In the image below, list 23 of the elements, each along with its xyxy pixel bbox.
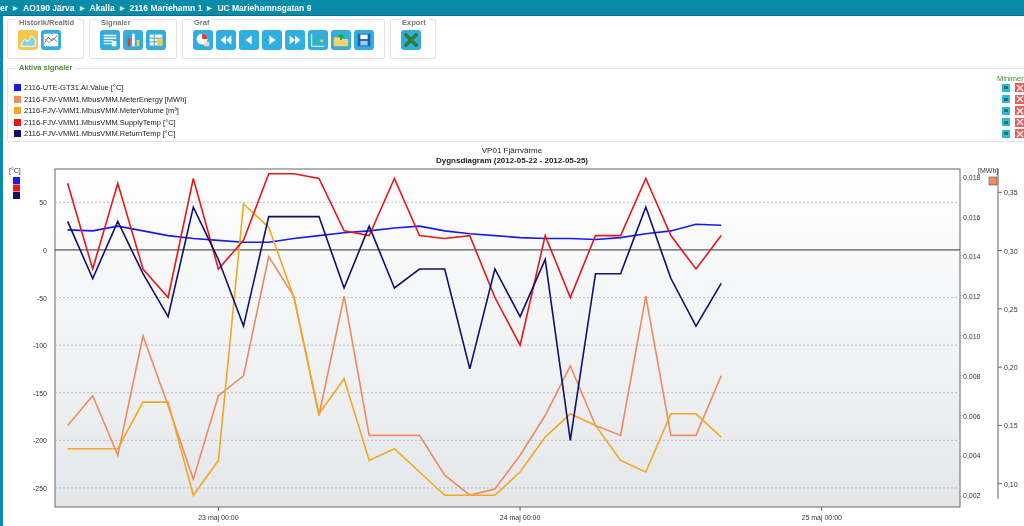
scatter-icon[interactable] — [308, 30, 328, 50]
remove-button[interactable] — [1015, 106, 1024, 116]
breadcrumb-link[interactable]: Akalla — [89, 2, 115, 13]
breadcrumb-link[interactable]: er — [0, 2, 9, 13]
breadcrumb-link[interactable]: UC Mariehamnsgatan 9 — [217, 2, 312, 13]
fast-forward-icon[interactable] — [285, 30, 305, 50]
remove-button[interactable] — [1015, 117, 1024, 127]
table-icon[interactable] — [146, 30, 166, 50]
chart-subtitle: Dygnsdiagram (2012-05-22 - 2012-05-25) — [434, 156, 590, 166]
back-icon[interactable] — [239, 30, 259, 50]
breadcrumb-link[interactable]: AO190 Järva — [23, 2, 75, 13]
play-icon[interactable] — [262, 30, 282, 50]
bar-chart-icon[interactable] — [123, 30, 143, 50]
remove-button[interactable] — [1015, 129, 1024, 139]
list-icon[interactable] — [100, 30, 120, 50]
pie-chart-icon[interactable] — [193, 30, 213, 50]
chart-title: VP01 Fjärrvärme — [480, 146, 544, 156]
breadcrumb-link[interactable]: 2116 Mariehamn 1 — [129, 2, 203, 13]
remove-button[interactable] — [1015, 83, 1024, 93]
remove-button[interactable] — [1015, 94, 1024, 104]
rewind-icon[interactable] — [216, 30, 236, 50]
save-icon[interactable] — [354, 30, 374, 50]
line-chart-icon[interactable] — [41, 30, 61, 50]
